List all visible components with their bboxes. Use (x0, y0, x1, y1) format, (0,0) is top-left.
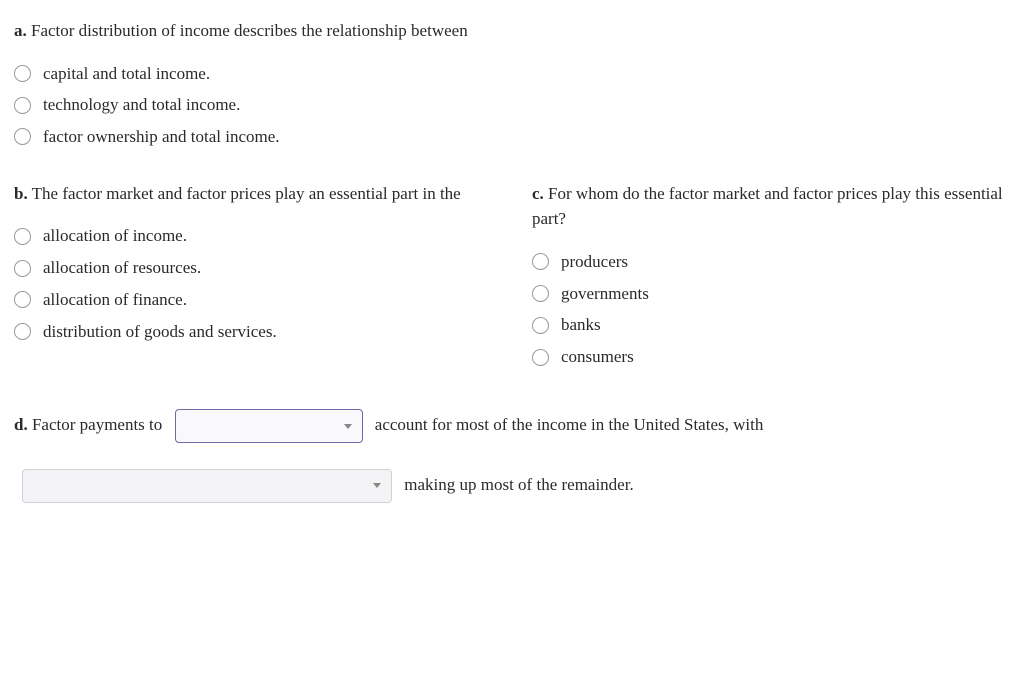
option-row: consumers (532, 345, 1010, 369)
option-label: banks (561, 313, 601, 337)
option-label: factor ownership and total income. (43, 125, 280, 149)
option-row: producers (532, 250, 1010, 274)
option-label: capital and total income. (43, 62, 210, 86)
question-c-options: producers governments banks consumers (532, 250, 1010, 369)
radio-button[interactable] (14, 323, 31, 340)
question-d-text1-before: Factor payments to (32, 415, 162, 434)
option-row: allocation of income. (14, 224, 492, 248)
option-label: technology and total income. (43, 93, 240, 117)
chevron-down-icon (344, 424, 352, 429)
question-d-line1: d. Factor payments to account for most o… (14, 401, 1010, 449)
question-d-text1-after: account for most of the income in the Un… (375, 415, 764, 434)
question-b-prefix: b. (14, 184, 28, 203)
radio-button[interactable] (532, 253, 549, 270)
option-label: consumers (561, 345, 634, 369)
option-label: distribution of goods and services. (43, 320, 277, 344)
question-c-text: c. For whom do the factor market and fac… (532, 181, 1010, 232)
option-label: allocation of finance. (43, 288, 187, 312)
option-label: governments (561, 282, 649, 306)
question-b-text: b. The factor market and factor prices p… (14, 181, 492, 207)
radio-button[interactable] (14, 228, 31, 245)
question-c: c. For whom do the factor market and fac… (532, 181, 1010, 369)
radio-button[interactable] (14, 260, 31, 277)
option-row: distribution of goods and services. (14, 320, 492, 344)
radio-button[interactable] (532, 317, 549, 334)
chevron-down-icon (373, 483, 381, 488)
radio-button[interactable] (14, 97, 31, 114)
option-label: allocation of resources. (43, 256, 201, 280)
dropdown-factor-payments[interactable] (175, 409, 363, 443)
question-b: b. The factor market and factor prices p… (14, 181, 492, 369)
option-row: allocation of resources. (14, 256, 492, 280)
option-label: allocation of income. (43, 224, 187, 248)
question-a-options: capital and total income. technology and… (14, 62, 1010, 149)
question-bc-row: b. The factor market and factor prices p… (14, 181, 1010, 369)
radio-button[interactable] (14, 65, 31, 82)
question-c-prefix: c. (532, 184, 544, 203)
question-d-prefix: d. (14, 415, 28, 434)
question-d-text2-after: making up most of the remainder. (404, 475, 633, 494)
option-row: factor ownership and total income. (14, 125, 1010, 149)
question-a-prefix: a. (14, 21, 27, 40)
option-label: producers (561, 250, 628, 274)
question-b-options: allocation of income. allocation of reso… (14, 224, 492, 343)
radio-button[interactable] (14, 291, 31, 308)
option-row: banks (532, 313, 1010, 337)
question-b-body: The factor market and factor prices play… (32, 184, 461, 203)
option-row: allocation of finance. (14, 288, 492, 312)
question-a-text: a. Factor distribution of income describ… (14, 18, 1010, 44)
question-c-body: For whom do the factor market and factor… (532, 184, 1003, 229)
option-row: governments (532, 282, 1010, 306)
option-row: technology and total income. (14, 93, 1010, 117)
radio-button[interactable] (532, 349, 549, 366)
radio-button[interactable] (532, 285, 549, 302)
radio-button[interactable] (14, 128, 31, 145)
question-a: a. Factor distribution of income describ… (14, 18, 1010, 149)
option-row: capital and total income. (14, 62, 1010, 86)
question-d: d. Factor payments to account for most o… (14, 401, 1010, 508)
dropdown-remainder[interactable] (22, 469, 392, 503)
question-a-body: Factor distribution of income describes … (31, 21, 468, 40)
question-d-line2: making up most of the remainder. (14, 461, 1010, 509)
